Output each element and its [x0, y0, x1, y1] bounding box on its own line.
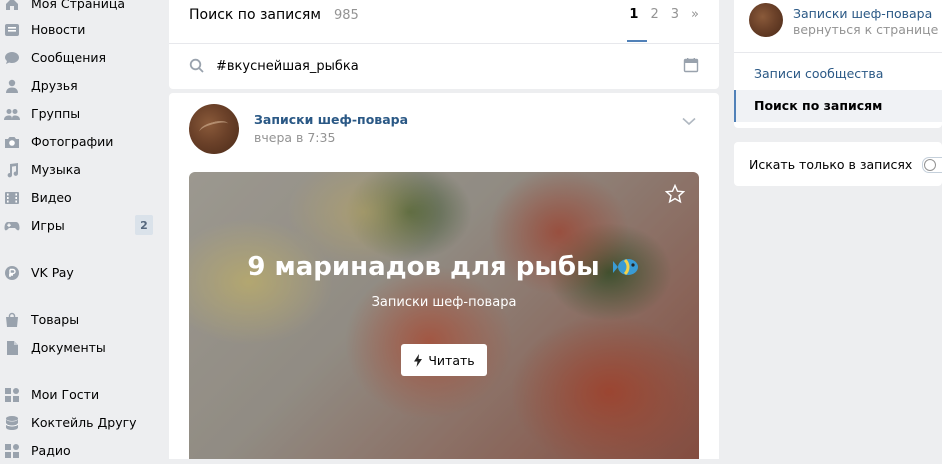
apps-icon	[4, 443, 20, 459]
star-icon[interactable]	[664, 183, 686, 204]
page-3-link[interactable]: 3	[671, 7, 679, 22]
sidebar-item-label: Новости	[31, 22, 86, 37]
fish-icon	[612, 255, 641, 277]
music-icon	[4, 162, 20, 178]
article-cover[interactable]: 9 маринадов для рыбы Записки шеф-повара …	[189, 172, 699, 459]
sidebar-item-documents[interactable]: Документы	[0, 335, 160, 361]
article-title: 9 маринадов для рыбы	[189, 252, 699, 282]
sidebar-item-radio[interactable]: Радио	[0, 438, 160, 464]
games-count-badge: 2	[135, 215, 153, 235]
search-header: Поиск по записям 985 1 2 3 »	[169, 0, 719, 89]
sidebar-item-label: VK Pay	[31, 265, 74, 280]
community-name-link[interactable]: Записки шеф-повара	[793, 6, 932, 21]
sidebar-item-news[interactable]: Новости	[0, 17, 160, 43]
sidebar-item-my-page[interactable]: Моя Страница	[0, 0, 160, 17]
divider	[169, 43, 719, 44]
sidebar-item-my-guests[interactable]: Мои Гости	[0, 382, 160, 408]
article-title-text: 9 маринадов для рыбы	[247, 252, 600, 282]
results-count: 985	[334, 8, 359, 23]
video-icon	[4, 190, 20, 206]
apps-icon	[4, 387, 20, 403]
avatar[interactable]	[189, 104, 239, 154]
document-icon	[4, 340, 20, 356]
sidebar-item-messages[interactable]: Сообщения	[0, 45, 160, 71]
vkpay-icon	[4, 265, 20, 281]
sidebar-item-label: Моя Страница	[31, 0, 125, 11]
menu-item-community-posts[interactable]: Записи сообщества	[734, 58, 942, 90]
sidebar-item-groups[interactable]: Группы	[0, 101, 160, 127]
sidebar-item-music[interactable]: Музыка	[0, 157, 160, 183]
news-icon	[4, 22, 20, 38]
menu-item-search-posts[interactable]: Поиск по записям	[734, 90, 942, 122]
lightning-icon	[414, 353, 423, 367]
sidebar-item-label: Друзья	[31, 78, 78, 93]
main-content: Поиск по записям 985 1 2 3 » Записки шеф…	[169, 0, 719, 459]
sidebar-item-label: Сообщения	[31, 50, 107, 65]
groups-icon	[4, 106, 20, 122]
community-avatar[interactable]	[749, 3, 783, 37]
camera-icon	[4, 134, 20, 150]
pagination: 1 2 3 »	[629, 7, 699, 22]
sidebar-item-label: Мои Гости	[31, 387, 100, 402]
filter-card: Искать только в записях	[734, 142, 942, 186]
sidebar-item-label: Фотографии	[31, 134, 114, 149]
sidebar-item-label: Радио	[31, 443, 71, 458]
community-nav-card: Записки шеф-повара вернуться к странице …	[734, 0, 942, 128]
page-2-link[interactable]: 2	[650, 7, 658, 22]
gamepad-icon	[4, 218, 20, 234]
posts-only-toggle[interactable]	[922, 157, 942, 173]
active-page-indicator	[627, 40, 647, 42]
post-card: Записки шеф-повара вчера в 7:35 9 марина…	[169, 93, 719, 459]
page-title: Поиск по записям	[189, 7, 321, 23]
menu-item-label: Поиск по записям	[754, 98, 883, 113]
article-subtitle: Записки шеф-повара	[371, 295, 517, 310]
chevron-down-icon[interactable]	[681, 113, 697, 129]
right-column: Записки шеф-повара вернуться к странице …	[734, 0, 942, 459]
sidebar-item-photos[interactable]: Фотографии	[0, 129, 160, 155]
messages-icon	[4, 50, 20, 66]
left-sidebar: Моя Страница Новости Сообщения Друзья Гр…	[0, 0, 165, 459]
read-button-label: Читать	[428, 352, 475, 368]
post-time[interactable]: вчера в 7:35	[254, 130, 335, 145]
menu-item-label: Записи сообщества	[754, 66, 884, 81]
sidebar-item-video[interactable]: Видео	[0, 185, 160, 211]
sidebar-item-label: Группы	[31, 106, 81, 121]
sidebar-item-label: Видео	[31, 190, 72, 205]
sidebar-item-label: Документы	[31, 340, 106, 355]
page-1-link[interactable]: 1	[629, 7, 638, 22]
search-input[interactable]	[216, 54, 676, 78]
post-author-link[interactable]: Записки шеф-повара	[254, 112, 408, 127]
back-to-page-link[interactable]: вернуться к странице	[793, 22, 938, 37]
search-icon	[189, 58, 205, 74]
sidebar-item-label: Игры	[31, 218, 65, 233]
toggle-label: Искать только в записях	[749, 157, 913, 172]
sidebar-item-label: Коктейль Другу	[31, 415, 137, 430]
database-icon	[4, 415, 20, 431]
home-icon	[4, 0, 20, 12]
sidebar-item-label: Товары	[31, 312, 80, 327]
sidebar-item-goods[interactable]: Товары	[0, 307, 160, 333]
friends-icon	[4, 78, 20, 94]
bag-icon	[4, 312, 20, 328]
calendar-icon[interactable]	[683, 57, 699, 73]
next-pages-link[interactable]: »	[691, 7, 699, 22]
sidebar-item-cocktail[interactable]: Коктейль Другу	[0, 410, 160, 436]
cover-overlay	[189, 172, 699, 459]
sidebar-item-games[interactable]: Игры 2	[0, 213, 160, 239]
sidebar-item-vkpay[interactable]: VK Pay	[0, 260, 160, 286]
sidebar-item-friends[interactable]: Друзья	[0, 73, 160, 99]
sidebar-item-label: Музыка	[31, 162, 81, 177]
read-button[interactable]: Читать	[401, 344, 487, 376]
divider	[734, 52, 942, 53]
